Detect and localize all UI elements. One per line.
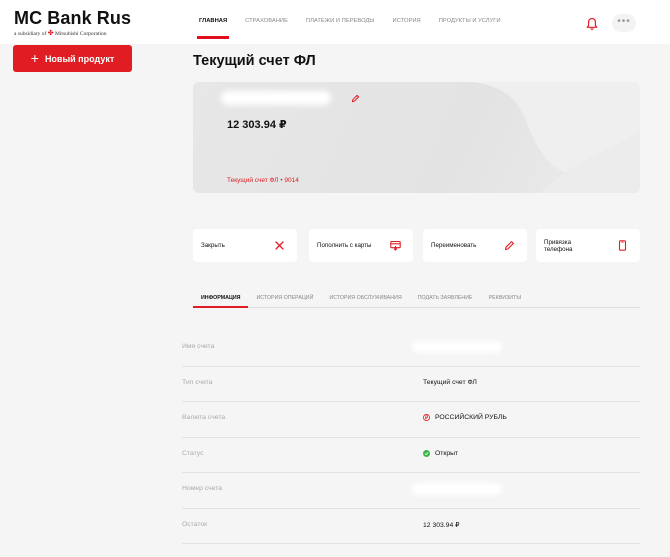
close-icon <box>275 241 284 250</box>
account-number-value-blurred <box>412 483 502 495</box>
tab-requisites[interactable]: РЕКВИЗИТЫ <box>489 286 521 307</box>
logo-title: MC Bank Rus <box>14 8 132 28</box>
row-label: Остаток <box>182 520 208 528</box>
link-phone-button[interactable]: Привязка телефона <box>536 229 640 262</box>
mitsubishi-logo-icon: ✤ <box>47 29 54 37</box>
info-row-account-type: Тип счета Текущий счет ФЛ <box>182 367 640 402</box>
link-phone-label: Привязка телефона <box>544 238 573 253</box>
row-value: 12 303.94 ₽ <box>423 521 459 529</box>
nav-item-products[interactable]: ПРОДУКТЫ И УСЛУГИ <box>439 0 501 44</box>
row-label: Статус <box>182 449 204 457</box>
row-value: РОССИЙСКИЙ РУБЛЬ <box>423 414 507 421</box>
card-balance: 12 303.94 ₽ <box>227 119 287 131</box>
new-product-button[interactable]: + Новый продукт <box>13 45 132 72</box>
nav-item-history[interactable]: ИСТОРИЯ <box>393 0 421 44</box>
nav-item-main[interactable]: ГЛАВНАЯ <box>196 0 230 44</box>
info-row-balance: Остаток 12 303.94 ₽ <box>182 509 640 544</box>
account-tabs: ИНФОРМАЦИЯ ИСТОРИЯ ОПЕРАЦИЙ ИСТОРИЯ ОБСЛ… <box>192 286 640 308</box>
edit-pencil-icon[interactable] <box>351 94 360 103</box>
account-info-list: Имя счета Тип счета Текущий счет ФЛ Валю… <box>182 331 640 544</box>
phone-icon <box>618 240 627 251</box>
nav-item-insurance[interactable]: СТРАХОВАНИЕ <box>245 0 288 44</box>
rename-label: Переименовать <box>431 242 477 249</box>
account-name-blurred <box>221 91 331 105</box>
logo-subtitle: a subsidiary of ✤ Mitsubishi Corporation <box>14 29 131 37</box>
info-row-account-number: Номер счета <box>182 473 640 509</box>
logo-subtitle-company: Mitsubishi Corporation <box>55 31 107 37</box>
row-label: Номер счета <box>182 485 223 492</box>
info-row-status: Статус Открыт <box>182 438 640 473</box>
balance-value: 12 303.94 ₽ <box>423 521 460 529</box>
ruble-icon <box>423 414 430 421</box>
tab-operations-history[interactable]: ИСТОРИЯ ОПЕРАЦИЙ <box>256 286 313 307</box>
currency-value: РОССИЙСКИЙ РУБЛЬ <box>435 414 507 421</box>
check-circle-icon <box>423 449 430 457</box>
new-product-label: Новый продукт <box>44 53 115 64</box>
close-account-button[interactable]: Закрыть <box>193 229 297 262</box>
top-bar: MC Bank Rus a subsidiary of ✤ Mitsubishi… <box>0 0 670 44</box>
nav-item-payments[interactable]: ПЛАТЕЖИ И ПЕРЕВОДЫ <box>306 0 375 44</box>
topup-from-card-button[interactable]: Пополнить с карты <box>309 229 413 262</box>
card-wave-decoration <box>473 82 640 193</box>
info-row-currency: Валюта счета РОССИЙСКИЙ РУБЛЬ <box>182 402 640 438</box>
row-label: Имя счета <box>182 343 215 350</box>
pencil-icon <box>504 241 514 251</box>
info-row-account-name: Имя счета <box>182 331 640 367</box>
account-card[interactable]: 12 303.94 ₽ Текущий счет ФЛ • 9014 <box>193 82 640 193</box>
row-label: Валюта счета <box>182 414 226 421</box>
card-topup-icon <box>390 240 401 251</box>
row-value: Текущий счет ФЛ <box>423 379 477 386</box>
logo[interactable]: MC Bank Rus a subsidiary of ✤ Mitsubishi… <box>14 9 131 37</box>
bell-icon[interactable] <box>585 17 599 31</box>
row-label: Тип счета <box>182 378 213 386</box>
more-menu-button[interactable]: ••• <box>612 14 636 32</box>
close-account-label: Закрыть <box>201 242 225 249</box>
card-account-label[interactable]: Текущий счет ФЛ • 9014 <box>227 177 299 184</box>
tab-info[interactable]: ИНФОРМАЦИЯ <box>192 286 250 308</box>
topup-from-card-label: Пополнить с карты <box>317 242 372 249</box>
tab-submit-application[interactable]: ПОДАТЬ ЗАЯВЛЕНИЕ <box>418 286 473 307</box>
tab-service-history[interactable]: ИСТОРИЯ ОБСЛУЖИВАНИЯ <box>329 286 401 307</box>
status-value: Открыт <box>435 449 459 457</box>
page-title: Текущий счет ФЛ <box>193 53 316 69</box>
account-name-value-blurred <box>412 341 502 353</box>
main-nav: ГЛАВНАЯ СТРАХОВАНИЕ ПЛАТЕЖИ И ПЕРЕВОДЫ И… <box>196 0 519 44</box>
rename-button[interactable]: Переименовать <box>423 229 527 262</box>
row-value: Открыт <box>423 449 459 457</box>
logo-subtitle-prefix: a subsidiary of <box>14 31 47 37</box>
account-type-value: Текущий счет ФЛ <box>423 378 477 386</box>
plus-icon: + <box>30 49 39 66</box>
